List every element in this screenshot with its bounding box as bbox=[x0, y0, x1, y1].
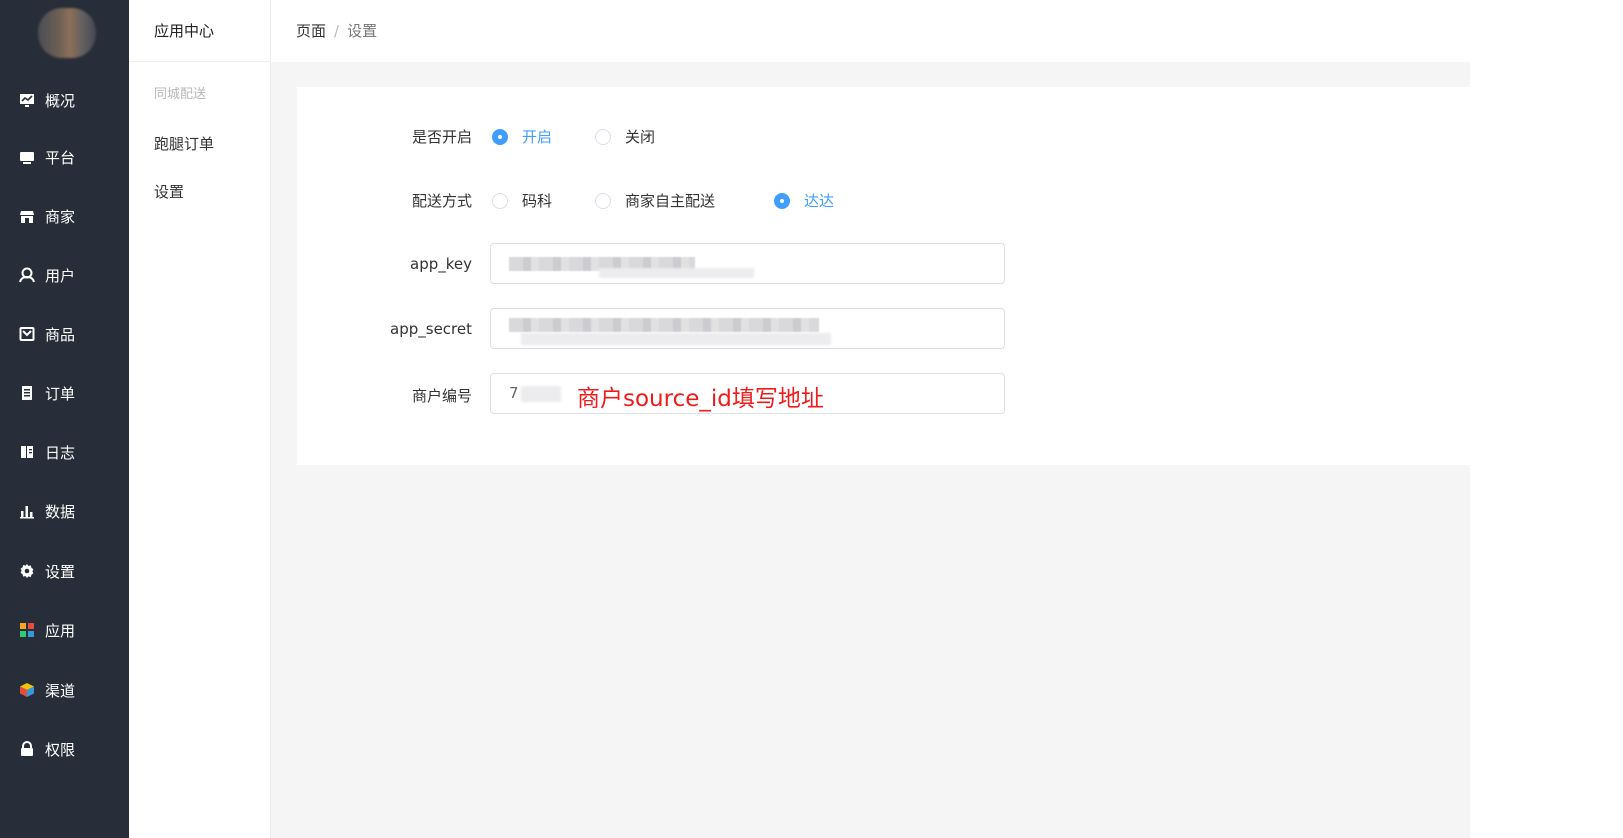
delivery-radio-dada[interactable]: 达达 bbox=[774, 190, 834, 211]
main-sidebar: 概况 平台 商家 用户 商品 订单 日志 数据 设置 应用 渠道 权限 bbox=[0, 0, 129, 838]
sidebar-item-apps[interactable]: 应用 bbox=[0, 610, 129, 650]
secondary-menu: 应用中心 同城配送 跑腿订单 设置 bbox=[129, 0, 271, 838]
radio-label: 商家自主配送 bbox=[625, 192, 716, 210]
submenu-item-errand-orders[interactable]: 跑腿订单 bbox=[154, 133, 214, 154]
radio-label: 达达 bbox=[804, 192, 835, 210]
annotation-text: 商户source_id填写地址 bbox=[577, 386, 824, 412]
gear-icon bbox=[18, 562, 36, 580]
radio-label: 开启 bbox=[522, 128, 553, 146]
enable-radio-off[interactable]: 关闭 bbox=[595, 126, 655, 147]
app-key-input[interactable] bbox=[490, 243, 1005, 284]
app-key-label: app_key bbox=[410, 255, 472, 273]
sidebar-item-users[interactable]: 用户 bbox=[0, 255, 129, 295]
apps-grid-icon bbox=[18, 621, 36, 639]
sidebar-item-label: 日志 bbox=[45, 443, 76, 462]
sidebar-item-channels[interactable]: 渠道 bbox=[0, 670, 129, 710]
merchant-no-input[interactable]: 7 商户source_id填写地址 bbox=[490, 373, 1005, 414]
settings-form-card: 是否开启 开启 关闭 配送方式 码科 商家自主配送 达达 app_key app… bbox=[297, 87, 1470, 465]
merchant-no-label: 商户编号 bbox=[411, 387, 472, 405]
sidebar-item-label: 权限 bbox=[45, 740, 76, 759]
radio-unchecked-icon bbox=[595, 128, 611, 145]
order-list-icon bbox=[18, 384, 36, 402]
overview-chart-icon bbox=[18, 91, 36, 109]
sidebar-item-permissions[interactable]: 权限 bbox=[0, 729, 129, 769]
app-root: 概况 平台 商家 用户 商品 订单 日志 数据 设置 应用 渠道 权限 应用中心… bbox=[0, 0, 1623, 838]
enable-radio-on[interactable]: 开启 bbox=[492, 126, 552, 147]
delivery-radio-self[interactable]: 商家自主配送 bbox=[595, 190, 715, 211]
radio-unchecked-icon bbox=[595, 192, 611, 209]
sidebar-item-label: 商品 bbox=[45, 325, 76, 344]
sidebar-item-merchant[interactable]: 商家 bbox=[0, 196, 129, 236]
enable-label: 是否开启 bbox=[411, 128, 472, 146]
radio-label: 关闭 bbox=[625, 128, 656, 146]
radio-checked-icon bbox=[492, 128, 508, 145]
redacted-value bbox=[509, 318, 819, 332]
sidebar-item-label: 商家 bbox=[45, 207, 76, 226]
sidebar-item-label: 订单 bbox=[45, 384, 76, 403]
sidebar-item-orders[interactable]: 订单 bbox=[0, 373, 129, 413]
sidebar-item-label: 用户 bbox=[45, 266, 76, 285]
sidebar-item-overview[interactable]: 概况 bbox=[0, 80, 129, 120]
breadcrumb-separator: / bbox=[334, 22, 340, 40]
delivery-method-label: 配送方式 bbox=[411, 192, 472, 210]
redacted-value bbox=[521, 386, 561, 402]
radio-checked-icon bbox=[774, 192, 790, 209]
redacted-value bbox=[599, 268, 754, 278]
sidebar-item-label: 数据 bbox=[45, 502, 76, 521]
sidebar-item-label: 应用 bbox=[45, 621, 76, 640]
breadcrumb-current: 设置 bbox=[347, 22, 378, 40]
app-secret-input[interactable] bbox=[490, 308, 1005, 349]
submenu-title: 应用中心 bbox=[129, 0, 271, 62]
submenu-group-label: 同城配送 bbox=[154, 87, 207, 102]
submenu-item-settings[interactable]: 设置 bbox=[154, 181, 184, 202]
lock-icon bbox=[18, 740, 36, 758]
user-icon bbox=[18, 266, 36, 284]
radio-unchecked-icon bbox=[492, 192, 508, 209]
channel-cube-icon bbox=[18, 681, 36, 699]
right-blank-area bbox=[1470, 0, 1623, 838]
monitor-icon bbox=[18, 148, 36, 166]
product-box-icon bbox=[18, 325, 36, 343]
sidebar-item-label: 渠道 bbox=[45, 681, 76, 700]
sidebar-item-label: 概况 bbox=[45, 91, 76, 110]
sidebar-item-label: 设置 bbox=[45, 562, 76, 581]
breadcrumb: 页面 / 设置 bbox=[271, 0, 1470, 62]
input-value: 7 bbox=[509, 384, 519, 402]
sidebar-item-settings[interactable]: 设置 bbox=[0, 551, 129, 591]
radio-label: 码科 bbox=[522, 192, 553, 210]
store-icon bbox=[18, 207, 36, 225]
sidebar-item-platform[interactable]: 平台 bbox=[0, 137, 129, 177]
sidebar-item-logs[interactable]: 日志 bbox=[0, 432, 129, 472]
avatar[interactable] bbox=[38, 8, 96, 58]
bar-chart-icon bbox=[18, 502, 36, 520]
delivery-radio-maker[interactable]: 码科 bbox=[492, 190, 552, 211]
breadcrumb-root[interactable]: 页面 bbox=[296, 22, 326, 40]
sidebar-item-products[interactable]: 商品 bbox=[0, 314, 129, 354]
log-book-icon bbox=[18, 443, 36, 461]
sidebar-item-label: 平台 bbox=[45, 148, 76, 167]
main-content: 页面 / 设置 是否开启 开启 关闭 配送方式 码科 商家自主配送 达达 app… bbox=[271, 0, 1470, 838]
app-secret-label: app_secret bbox=[390, 320, 472, 338]
sidebar-item-data[interactable]: 数据 bbox=[0, 491, 129, 531]
redacted-value bbox=[521, 333, 831, 345]
